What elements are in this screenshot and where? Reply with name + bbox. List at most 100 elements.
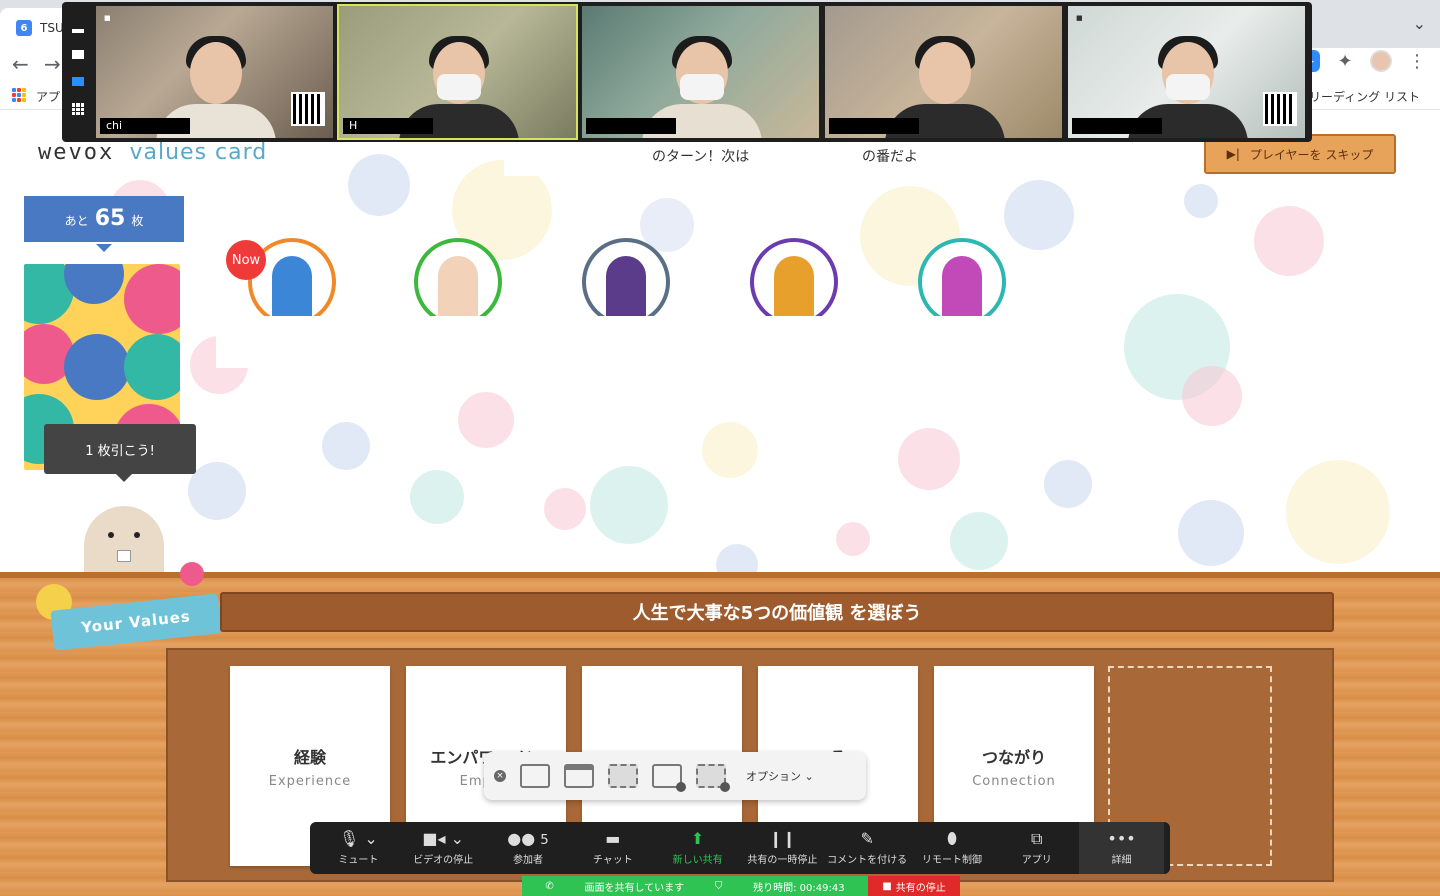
value-card-en: Connection [972,773,1056,789]
decor-bubble [544,488,586,530]
mouse-icon: ⬮ [946,829,957,848]
record-selection-icon[interactable] [696,764,730,792]
deck-dot [64,264,124,304]
apps-icon: ⧉ [1031,829,1043,848]
pause-share-button[interactable]: ❙❙ 共有の一時停止 [740,822,825,874]
time-remaining: 残り時間: 00:49:43 [753,879,844,894]
gallery-view-icon[interactable] [72,103,84,116]
stop-square-icon: ■ [882,880,892,892]
player-avatar-2[interactable] [414,238,502,326]
instruction-bar: 人生で大事な5つの価値観 を選ぼう [220,592,1334,632]
board-edge [0,572,1440,578]
forward-arrow-icon[interactable]: → [44,52,61,76]
decor-bubble [348,154,410,216]
speaker-view-icon[interactable] [72,76,84,86]
participants-button[interactable]: ●● 5 参加者 [486,822,571,874]
stop-video-button[interactable]: ■◂ ⌄ ビデオの停止 [401,822,486,874]
logo-sub: values card [129,140,268,165]
capture-window-icon[interactable] [564,764,594,788]
draw-card-tooltip: 1 枚引こう! [44,424,196,482]
participant-name: H [343,118,433,134]
player-avatar-4[interactable] [750,238,838,326]
zoom-video-strip: ■ chi H ■ [62,2,1312,142]
close-icon[interactable]: × [494,770,506,782]
apps-button[interactable]: ⧉ アプリ [994,822,1079,874]
more-button[interactable]: ••• 詳細 [1079,822,1164,874]
decor-bubble [836,522,870,556]
browser-menu-icon[interactable]: ⋮ [1406,50,1428,72]
decor-bubble [180,562,204,586]
minimize-icon[interactable] [72,28,84,33]
deck-suffix: 枚 [131,214,144,228]
capture-selection-icon[interactable] [608,764,638,788]
browser-tab[interactable]: 6 TSU [0,8,70,48]
deck-dot [64,334,130,400]
participant-name [586,118,676,134]
sharing-status-text: 画面を共有しています [584,882,685,894]
pause-share-label: 共有の一時停止 [747,855,818,866]
strip-view-icon[interactable] [72,50,84,60]
share-area-toolbar: × オプション ⌄ [484,752,866,800]
time-value: 00:49:43 [799,882,845,894]
remote-control-button[interactable]: ⬮ リモート制御 [910,822,995,874]
qr-code [1263,92,1297,126]
apps-grid-icon[interactable] [12,88,26,102]
decor-bubble [322,422,370,470]
options-label: オプション [746,770,801,783]
redacted-block [566,316,1062,368]
brand-logo: ■ [1076,14,1083,22]
player-figure [942,256,982,322]
video-tile[interactable]: H [337,4,578,140]
annotate-button[interactable]: ✎ コメントを付ける [825,822,910,874]
decor-bubble [1184,184,1218,218]
game-area: wevox values card のターン！次は の番だよ ▶| プレイヤーを… [0,110,1440,576]
capture-screen-icon[interactable] [520,764,550,788]
profile-avatar[interactable] [1370,50,1392,72]
phone-icon: ✆ [545,880,554,892]
back-arrow-icon[interactable]: ← [12,52,29,76]
participant-count: 5 [540,833,549,848]
tab-title: TSU [40,21,64,35]
video-tile[interactable] [823,4,1064,140]
microphone-icon: 🎙︎ ⌄ [338,829,378,848]
decor-bubble [458,392,514,448]
tab-search-chevron-icon[interactable]: ⌄ [1413,14,1426,33]
video-camera-icon: ■◂ ⌄ [422,829,465,848]
decor-bubble [1286,460,1390,564]
stop-share-button[interactable]: ■ 共有の停止 [868,876,960,896]
video-tile[interactable] [580,4,821,140]
player-figure [774,256,814,322]
deck-count-badge: あと 65 枚 [24,196,184,252]
video-tile[interactable]: ■ [1066,4,1307,140]
chat-button[interactable]: ▬ チャット [570,822,655,874]
mute-button[interactable]: 🎙︎ ⌄ ミュート [316,822,401,874]
new-share-button[interactable]: ⬆ 新しい共有 [655,822,740,874]
participants-label: 参加者 [512,855,543,866]
player-figure [606,256,646,322]
extensions-puzzle-icon[interactable]: ✦ [1334,50,1356,72]
strip-view-controls [64,4,92,140]
value-card-jp: 経験 [293,747,326,767]
video-tile[interactable]: ■ chi [94,4,335,140]
reading-list-button[interactable]: リーディング リスト [1309,88,1420,105]
player-avatar-3[interactable] [582,238,670,326]
apps-bookmark[interactable]: アプ [36,88,60,105]
sharing-status-bar: ✆ 画面を共有しています ⛉ 残り時間: 00:49:43 ■ 共有の停止 [522,876,960,896]
participant-name [829,118,919,134]
decor-bubble [1254,206,1324,276]
decor-bubble [1178,500,1244,566]
deck-prefix: あと [64,214,89,228]
deck-dot [124,334,180,400]
mascot-beaver [84,506,164,576]
decor-bubble [410,470,464,524]
skip-icon: ▶| [1226,147,1240,161]
decor-bubble [1182,366,1242,426]
wevox-logo: wevox values card [38,140,267,165]
chat-bubble-icon: ▬ [605,829,621,848]
options-dropdown[interactable]: オプション ⌄ [746,768,814,784]
shield-icon: ⛉ [714,880,723,892]
record-screen-icon[interactable] [652,764,686,792]
player-avatar-5[interactable] [918,238,1006,326]
your-values-banner: Your Values [50,593,222,651]
stop-share-label: 共有の停止 [895,882,946,894]
